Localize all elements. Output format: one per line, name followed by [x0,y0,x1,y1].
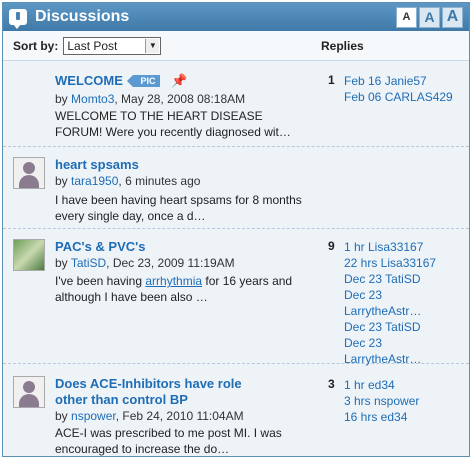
thread-meta: by TatiSD, Dec 23, 2009 11:19AM [55,256,235,270]
text-size-small-button[interactable]: A [396,6,417,28]
author-link[interactable]: nspower [71,409,116,423]
recent-replies: 1 hr Lisa33167 22 hrs Lisa33167 Dec 23 T… [344,239,436,367]
reply-link[interactable]: 22 hrs Lisa33167 [344,255,436,271]
snippet-text: I've been having [55,274,146,288]
text-size-controls: A A A [394,6,463,28]
reply-count: 1 [328,73,335,87]
thread-snippet: I've been having arrhythmia for 16 years… [55,273,313,305]
pushpin-icon: 📌 [171,73,188,88]
discussions-widget: Discussions A A A Sort by: Last Post ▼ R… [2,2,470,457]
reply-link[interactable]: 1 hr Lisa33167 [344,239,436,255]
reply-link[interactable]: 3 hrs nspower [344,393,419,409]
widget-title: Discussions [35,8,130,25]
text-size-large-button[interactable]: A [442,6,463,28]
thread-row: Does ACE-Inhibitors have role other than… [3,365,469,456]
post-date: , Feb 24, 2010 11:04AM [115,409,244,423]
recent-replies: Feb 16 Janie57 Feb 06 CARLAS429 [344,73,453,105]
sort-bar: Sort by: Last Post ▼ Replies [3,31,469,61]
thread-title-link[interactable]: Does ACE-Inhibitors have role other than… [55,376,242,408]
by-label: by [55,256,68,270]
thread-row: WELCOME PIC 📌 by Momto3, May 28, 2008 08… [3,62,469,147]
author-link[interactable]: TatiSD [71,256,106,270]
author-link[interactable]: tara1950 [71,174,118,188]
author-link[interactable]: Momto3 [71,92,114,106]
thread-row: PAC's & PVC's by TatiSD, Dec 23, 2009 11… [3,230,469,367]
replies-column-header: Replies [321,38,364,53]
reply-link[interactable]: Dec 23 [344,335,436,351]
sort-dropdown[interactable]: Last Post ▼ [63,36,162,55]
avatar[interactable] [13,376,45,408]
reply-link[interactable]: Dec 23 [344,287,436,303]
reply-count: 3 [328,377,335,391]
pic-badge: PIC [126,75,160,87]
post-date: , Dec 23, 2009 11:19AM [106,256,235,270]
thread-title-line: other than control BP [55,392,188,407]
sort-selected-value: Last Post [67,38,118,53]
reply-link[interactable]: Feb 16 Janie57 [344,73,453,89]
thread-snippet: WELCOME TO THE HEART DISEASE FORUM! Were… [55,109,291,139]
thread-row: heart spsams by tara1950, 6 minutes ago … [3,148,469,229]
reply-link[interactable]: 16 hrs ed34 [344,409,419,425]
post-date: , May 28, 2008 08:18AM [114,92,246,106]
reply-link[interactable]: Feb 06 CARLAS429 [344,89,453,105]
thread-meta: by Momto3, May 28, 2008 08:18AM [55,92,245,106]
reply-link[interactable]: 1 hr ed34 [344,377,419,393]
text-size-medium-button[interactable]: A [419,6,440,28]
avatar[interactable] [13,239,45,271]
speech-bubble-icon [9,9,27,29]
by-label: by [55,174,68,188]
reply-link[interactable]: Dec 23 TatiSD [344,271,436,287]
post-date: , 6 minutes ago [118,174,201,188]
thread-title-link[interactable]: PAC's & PVC's [55,239,145,254]
thread-meta: by nspower, Feb 24, 2010 11:04AM [55,409,244,423]
recent-replies: 1 hr ed34 3 hrs nspower 16 hrs ed34 [344,377,419,425]
thread-snippet: ACE-I was prescribed to me post MI. I wa… [55,426,282,456]
thread-snippet: I have been having heart spsams for 8 mo… [55,193,302,223]
thread-title: WELCOME PIC 📌 [55,73,187,89]
by-label: by [55,409,68,423]
reply-link[interactable]: Dec 23 TatiSD [344,319,436,335]
widget-header: Discussions A A A [3,3,469,31]
thread-meta: by tara1950, 6 minutes ago [55,174,200,188]
reply-link[interactable]: LarrytheAstr… [344,303,436,319]
sort-label: Sort by: [13,38,59,53]
thread-title-line: Does ACE-Inhibitors have role [55,376,242,391]
thread-title-link[interactable]: WELCOME [55,73,123,88]
keyword-link[interactable]: arrhythmia [145,274,202,288]
thread-title-link[interactable]: heart spsams [55,157,139,172]
chevron-down-icon[interactable]: ▼ [145,38,160,53]
by-label: by [55,92,68,106]
avatar[interactable] [13,157,45,189]
reply-count: 9 [328,239,335,253]
